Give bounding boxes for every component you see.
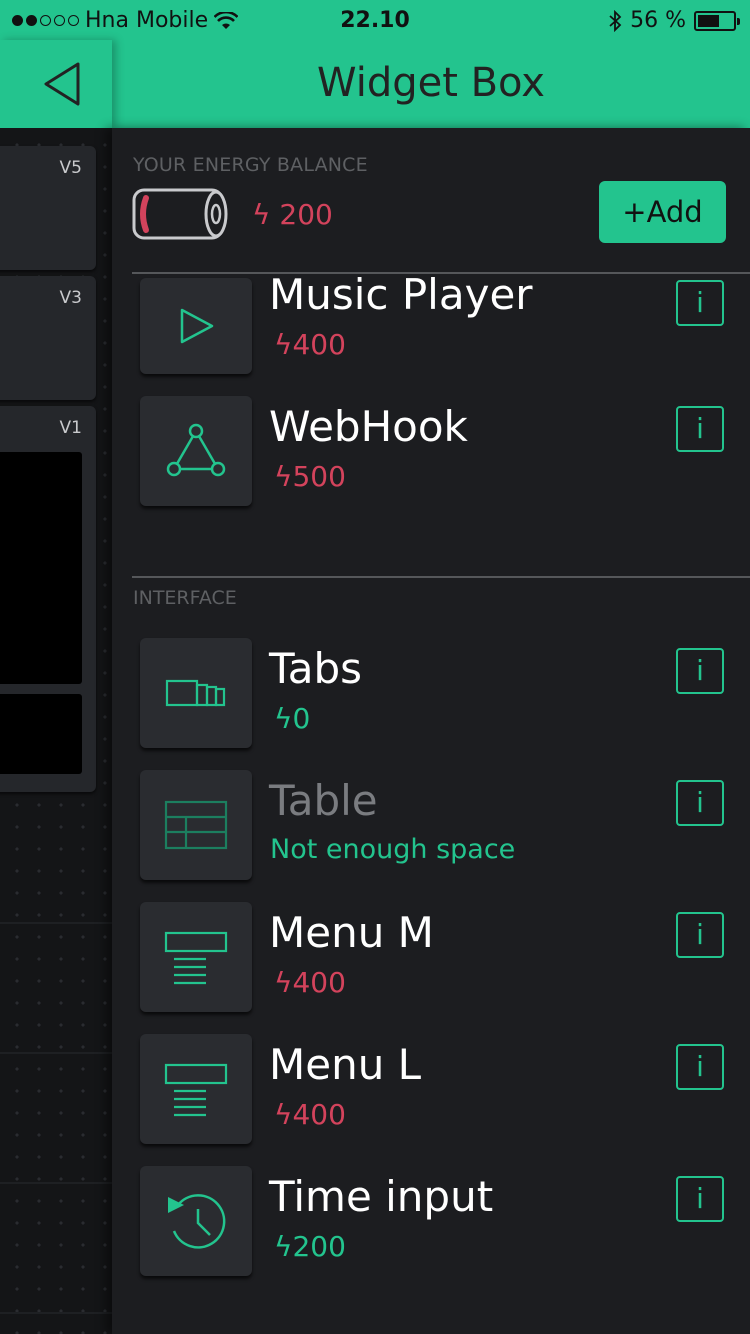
- menu-icon: [164, 931, 228, 985]
- widget-item-menu-l[interactable]: Menu L ϟ400 i: [140, 1034, 740, 1144]
- widget-tile[interactable]: [140, 770, 252, 880]
- grid-divider: [0, 1052, 112, 1054]
- widget-price: ϟ200: [274, 1230, 346, 1263]
- widget-item-menu-m[interactable]: Menu M ϟ400 i: [140, 902, 740, 1012]
- info-button[interactable]: i: [676, 648, 724, 694]
- bolt-icon: ϟ: [274, 702, 293, 735]
- dashboard-widget-v3[interactable]: V3: [0, 276, 96, 400]
- widget-name: Tabs: [269, 644, 362, 693]
- tabs-icon: [165, 679, 226, 707]
- info-button[interactable]: i: [676, 912, 724, 958]
- pin-label: V1: [59, 418, 82, 438]
- info-button[interactable]: i: [676, 1176, 724, 1222]
- info-button[interactable]: i: [676, 280, 724, 326]
- widget-price: ϟ400: [274, 966, 346, 999]
- section-label-interface: INTERFACE: [133, 587, 237, 609]
- status-right: 56 %: [608, 8, 740, 33]
- webhook-icon: [166, 423, 226, 477]
- bolt-icon: ϟ: [274, 460, 293, 493]
- battery-percent: 56 %: [630, 8, 686, 33]
- info-button[interactable]: i: [676, 406, 724, 452]
- energy-bolt-icon: ϟ: [252, 198, 271, 231]
- energy-balance-label: YOUR ENERGY BALANCE: [133, 154, 368, 176]
- widget-item-time-input[interactable]: Time input ϟ200 i: [140, 1166, 740, 1276]
- bolt-icon: ϟ: [274, 1098, 293, 1131]
- widget-tile[interactable]: [140, 396, 252, 506]
- widget-tile[interactable]: [140, 638, 252, 748]
- pin-label: V5: [59, 158, 82, 178]
- widget-tile[interactable]: [140, 278, 252, 374]
- widget-price-value: 400: [292, 966, 346, 999]
- energy-battery-icon: [132, 188, 228, 240]
- widget-item-music-player[interactable]: Music Player ϟ400 i: [140, 264, 740, 374]
- widget-display: [0, 452, 82, 684]
- widget-name: WebHook: [269, 402, 468, 451]
- battery-icon: [694, 10, 740, 31]
- grid-divider: [0, 1312, 112, 1314]
- play-icon: [180, 308, 214, 344]
- widget-item-table[interactable]: Table Not enough space i: [140, 770, 740, 880]
- widget-box-drawer: YOUR ENERGY BALANCE ϟ 200 +Add Music Pla…: [112, 128, 750, 1334]
- widget-status: Not enough space: [270, 834, 516, 865]
- widget-price-value: 400: [292, 328, 346, 361]
- widget-price-value: 500: [292, 460, 346, 493]
- add-energy-button[interactable]: +Add: [599, 181, 726, 243]
- energy-balance-value: ϟ 200: [252, 198, 333, 231]
- widget-tile[interactable]: [140, 902, 252, 1012]
- bluetooth-icon: [609, 9, 622, 32]
- widget-item-webhook[interactable]: WebHook ϟ500 i: [140, 396, 740, 506]
- widget-price: ϟ500: [274, 460, 346, 493]
- bolt-icon: ϟ: [274, 1230, 293, 1263]
- widget-price: ϟ400: [274, 328, 346, 361]
- widget-tile[interactable]: [140, 1034, 252, 1144]
- bolt-icon: ϟ: [274, 328, 293, 361]
- widget-name: Table: [269, 776, 378, 825]
- back-arrow-icon[interactable]: [40, 60, 84, 108]
- widget-name: Time input: [269, 1172, 494, 1221]
- info-button[interactable]: i: [676, 780, 724, 826]
- status-bar: Hna Mobile 22.10 56 %: [0, 0, 750, 40]
- pin-label: V3: [59, 288, 82, 308]
- bolt-icon: ϟ: [274, 966, 293, 999]
- widget-price-value: 200: [292, 1230, 346, 1263]
- widget-name: Music Player: [269, 270, 533, 319]
- divider: [132, 576, 750, 578]
- widget-price-value: 400: [292, 1098, 346, 1131]
- info-button[interactable]: i: [676, 1044, 724, 1090]
- dashboard-widget-v5[interactable]: V5: [0, 146, 96, 270]
- time-input-icon: [168, 1194, 226, 1249]
- widget-price: ϟ0: [274, 702, 310, 735]
- widget-tile[interactable]: [140, 1166, 252, 1276]
- energy-amount: 200: [279, 198, 333, 231]
- widget-name: Menu L: [269, 1040, 422, 1089]
- widget-item-tabs[interactable]: Tabs ϟ0 i: [140, 638, 740, 748]
- widget-price: ϟ400: [274, 1098, 346, 1131]
- back-area[interactable]: [0, 40, 112, 128]
- widget-name: Menu M: [269, 908, 434, 957]
- widget-display: [0, 694, 82, 774]
- menu-icon: [164, 1063, 228, 1117]
- dashboard-background: V5 V3 V1: [0, 128, 112, 1334]
- page-title: Widget Box: [317, 60, 545, 106]
- dashboard-widget-v1[interactable]: V1: [0, 406, 96, 792]
- grid-divider: [0, 922, 112, 924]
- table-icon: [164, 800, 228, 850]
- grid-divider: [0, 1182, 112, 1184]
- header-bar: Widget Box: [0, 40, 750, 128]
- widget-price-value: 0: [292, 702, 311, 735]
